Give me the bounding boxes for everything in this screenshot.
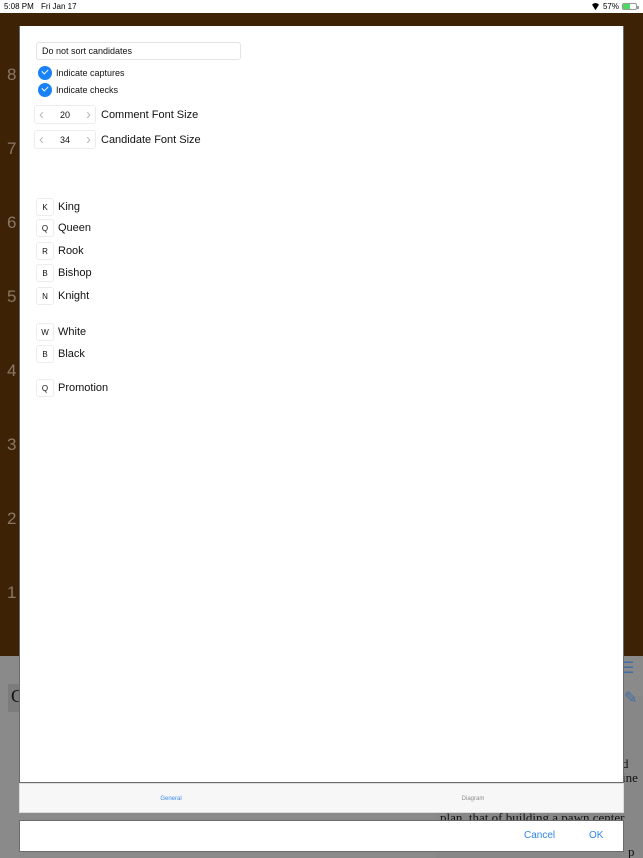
piece-row-bishop: B Bishop xyxy=(36,264,92,282)
rank-label: 2 xyxy=(7,509,17,528)
comment-font-size-label: Comment Font Size xyxy=(101,108,199,121)
bishop-symbol-input[interactable]: B xyxy=(36,264,54,282)
edit-icon[interactable]: ✎ xyxy=(624,688,637,708)
rank-label: 7 xyxy=(7,139,17,158)
rank-label: 4 xyxy=(7,361,17,380)
indicate-captures-checkbox[interactable] xyxy=(38,66,52,80)
tab-diagram[interactable]: Diagram xyxy=(322,784,624,814)
rook-symbol-input[interactable]: R xyxy=(36,242,54,260)
rank-label: 8 xyxy=(7,65,17,84)
status-date: Fri Jan 17 xyxy=(41,2,77,11)
queen-symbol-input[interactable]: Q xyxy=(36,219,54,237)
white-symbol-input[interactable]: W xyxy=(36,323,54,341)
rank-label: 1 xyxy=(7,583,17,602)
status-bar: 5:08 PM Fri Jan 17 57% xyxy=(0,0,643,13)
color-row-white: W White xyxy=(36,323,86,341)
rank-label: 5 xyxy=(7,287,17,306)
comment-font-size-row: ‹ 20 › Comment Font Size xyxy=(34,105,198,124)
sort-candidates-select[interactable]: Do not sort candidates xyxy=(36,42,241,60)
ok-button[interactable]: OK xyxy=(589,830,603,841)
queen-label: Queen xyxy=(58,222,92,234)
candidate-font-size-label: Candidate Font Size xyxy=(101,133,201,146)
color-row-black: B Black xyxy=(36,345,85,363)
settings-tab-bar: General Diagram xyxy=(19,783,624,813)
rook-label: Rook xyxy=(58,245,84,257)
stepper-value: 20 xyxy=(59,109,70,120)
candidate-font-size-row: ‹ 34 › Candidate Font Size xyxy=(34,130,201,149)
background-text: ine xyxy=(622,770,638,785)
indicate-captures-row[interactable]: Indicate captures xyxy=(38,66,125,80)
cancel-button[interactable]: Cancel xyxy=(524,830,555,841)
wifi-icon xyxy=(591,3,600,10)
stepper-value: 34 xyxy=(59,134,70,145)
indicate-captures-label: Indicate captures xyxy=(56,68,125,78)
promotion-label: Promotion xyxy=(58,382,109,394)
battery-icon xyxy=(622,3,639,10)
status-right: 57% xyxy=(591,2,639,11)
candidate-font-size-stepper[interactable]: ‹ 34 › xyxy=(34,130,96,149)
piece-row-knight: N Knight xyxy=(36,287,89,305)
knight-label: Knight xyxy=(58,290,90,302)
status-time: 5:08 PM xyxy=(4,2,34,11)
rank-label: 6 xyxy=(7,213,17,232)
chevron-left-icon[interactable]: ‹ xyxy=(39,132,44,147)
tab-general[interactable]: General xyxy=(20,784,322,814)
indicate-checks-label: Indicate checks xyxy=(56,85,119,95)
dialog-footer: Cancel OK xyxy=(19,820,624,852)
knight-symbol-input[interactable]: N xyxy=(36,287,54,305)
indicate-checks-checkbox[interactable] xyxy=(38,83,52,97)
promotion-symbol-input[interactable]: Q xyxy=(36,379,54,397)
piece-row-king: K King xyxy=(36,198,80,216)
bishop-label: Bishop xyxy=(58,267,92,279)
indicate-checks-row[interactable]: Indicate checks xyxy=(38,83,118,97)
comment-font-size-stepper[interactable]: ‹ 20 › xyxy=(34,105,96,124)
black-symbol-input[interactable]: B xyxy=(36,345,54,363)
black-label: Black xyxy=(58,348,85,360)
rank-label: 3 xyxy=(7,435,17,454)
background-text: p xyxy=(628,844,635,858)
chevron-right-icon[interactable]: › xyxy=(86,132,91,147)
promotion-row: Q Promotion xyxy=(36,379,108,397)
battery-percent: 57% xyxy=(602,2,619,11)
settings-dialog: Do not sort candidates Indicate captures… xyxy=(19,26,624,783)
chevron-right-icon[interactable]: › xyxy=(86,107,91,122)
white-label: White xyxy=(58,326,87,338)
piece-row-rook: R Rook xyxy=(36,242,84,260)
king-label: King xyxy=(58,201,81,213)
chevron-left-icon[interactable]: ‹ xyxy=(39,107,44,122)
piece-row-queen: Q Queen xyxy=(36,219,91,237)
king-symbol-input[interactable]: K xyxy=(36,198,54,216)
